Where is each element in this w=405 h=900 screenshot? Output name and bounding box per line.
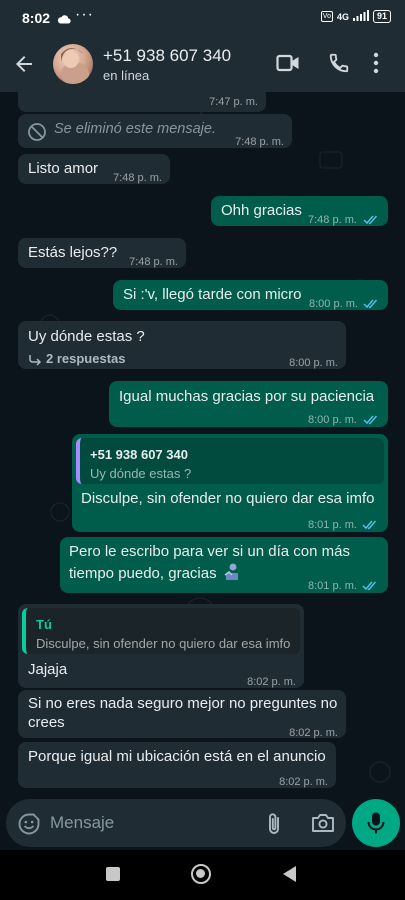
message-bubble-incoming[interactable]: Estás lejos?? 7:48 p. m.	[18, 238, 186, 268]
phone-icon[interactable]	[328, 52, 350, 79]
mic-icon	[367, 812, 385, 834]
contact-status: en línea	[103, 68, 150, 83]
quoted-message[interactable]: Tú Disculpe, sin ofender no quiero dar e…	[22, 608, 300, 654]
double-check-icon	[363, 210, 379, 231]
message-time: 7:47 p. m.	[209, 96, 258, 108]
signal-icon	[352, 10, 369, 23]
message-time: 8:02 p. m.	[279, 776, 328, 788]
video-call-icon[interactable]	[276, 54, 300, 77]
quoted-text: Uy dónde estas ?	[90, 466, 192, 481]
double-check-icon	[362, 515, 378, 536]
message-bubble-incoming[interactable]: Listo amor 7:48 p. m.	[18, 154, 170, 184]
message-time: 8:00 p. m.	[289, 357, 338, 369]
message-bubble-deleted[interactable]: Se eliminó este mensaje. 7:48 p. m.	[18, 114, 292, 148]
message-bubble-incoming[interactable]: Porque igual mi ubicación está en el anu…	[18, 742, 336, 788]
message-text-line: Si no eres nada seguro mejor no pregunte…	[28, 695, 338, 712]
cloud-icon	[57, 11, 71, 29]
message-time: 8:00 p. m.	[309, 298, 358, 310]
message-bubble-outgoing[interactable]: +51 938 607 340 Uy dónde estas ? Disculp…	[72, 434, 388, 532]
status-indicators: Vo 4G 91	[320, 10, 391, 23]
message-text: Porque igual mi ubicación está en el anu…	[28, 748, 326, 765]
message-text-line: Pero le escribo para ver si un día con m…	[69, 543, 350, 560]
replies-count[interactable]: 2 respuestas	[46, 348, 126, 369]
mic-button[interactable]	[352, 799, 400, 847]
status-dots: ···	[75, 6, 94, 23]
message-text: Uy dónde estas ?	[28, 328, 145, 345]
home-button[interactable]	[191, 864, 211, 884]
battery-icon: 91	[372, 10, 391, 23]
message-time: 8:01 p. m.	[308, 519, 357, 531]
contact-name[interactable]: +51 938 607 340	[103, 46, 231, 66]
blocked-icon	[27, 122, 47, 148]
camera-icon[interactable]	[311, 813, 335, 838]
back-button[interactable]	[283, 866, 296, 882]
avatar[interactable]	[53, 44, 93, 84]
message-time: 7:48 p. m.	[129, 256, 178, 268]
message-text: Estás lejos??	[28, 244, 118, 261]
chat-header: +51 938 607 340 en línea	[0, 36, 405, 92]
message-text: Jajaja	[28, 661, 68, 678]
quoted-text: Disculpe, sin ofender no quiero dar esa …	[36, 636, 291, 651]
message-text: Disculpe, sin ofender no quiero dar esa …	[81, 490, 375, 507]
recents-button[interactable]	[106, 867, 120, 881]
attach-icon[interactable]	[264, 812, 284, 841]
quoted-message[interactable]: +51 938 607 340 Uy dónde estas ?	[76, 438, 384, 484]
message-bubble-outgoing[interactable]: Pero le escribo para ver si un día con m…	[60, 537, 388, 593]
message-bubble-outgoing[interactable]: Igual muchas gracias por su paciencia 8:…	[109, 381, 388, 427]
sticker-emoji-icon	[224, 563, 240, 587]
chat-area[interactable]: 7:47 p. m. Se eliminó este mensaje. 7:48…	[0, 92, 405, 795]
message-time: 7:48 p. m.	[308, 214, 357, 226]
message-bubble-outgoing[interactable]: Ohh gracias 7:48 p. m.	[211, 196, 388, 226]
message-time: 8:01 p. m.	[308, 580, 357, 592]
reply-arrow-icon	[28, 351, 42, 372]
message-text: Ohh gracias	[221, 202, 302, 219]
message-text-line: crees	[28, 714, 65, 731]
message-text: Si :'v, llegó tarde con micro	[123, 286, 302, 303]
double-check-icon	[363, 294, 379, 315]
emoji-icon[interactable]	[17, 812, 41, 841]
message-bubble-incoming[interactable]: Uy dónde estas ? 2 respuestas 8:00 p. m.	[18, 321, 346, 369]
message-input[interactable]: Mensaje	[50, 813, 114, 833]
double-check-icon	[362, 576, 378, 597]
message-input-container[interactable]: Mensaje	[6, 799, 346, 847]
status-time: 8:02	[22, 10, 51, 26]
message-bubble-outgoing[interactable]: Si :'v, llegó tarde con micro 8:00 p. m.	[113, 280, 388, 310]
message-text: Igual muchas gracias por su paciencia	[119, 388, 375, 405]
quoted-sender: +51 938 607 340	[90, 447, 188, 462]
volte-icon: Vo	[320, 11, 333, 22]
system-navigation-bar	[0, 850, 405, 900]
message-time: 8:02 p. m.	[289, 727, 338, 739]
message-bubble-incoming[interactable]: Tú Disculpe, sin ofender no quiero dar e…	[18, 604, 304, 688]
more-vert-icon[interactable]	[373, 52, 379, 79]
network-type: 4G	[336, 11, 349, 22]
message-text: Listo amor	[28, 160, 99, 177]
message-time: 8:00 p. m.	[308, 414, 357, 426]
message-time: 7:48 p. m.	[235, 136, 284, 148]
status-bar: 8:02 ··· Vo 4G 91	[0, 0, 405, 36]
message-text-line: tiempo puedo, gracias	[69, 565, 217, 582]
message-bubble-incoming[interactable]: Si no eres nada seguro mejor no pregunte…	[18, 690, 346, 739]
message-composer: Mensaje	[0, 795, 405, 850]
quoted-sender: Tú	[36, 617, 52, 632]
deleted-message-text: Se eliminó este mensaje.	[54, 121, 216, 137]
double-check-icon	[363, 410, 379, 431]
message-bubble-incoming[interactable]: 7:47 p. m.	[18, 92, 266, 112]
back-arrow-icon[interactable]	[12, 52, 36, 81]
message-time: 7:48 p. m.	[113, 172, 162, 184]
